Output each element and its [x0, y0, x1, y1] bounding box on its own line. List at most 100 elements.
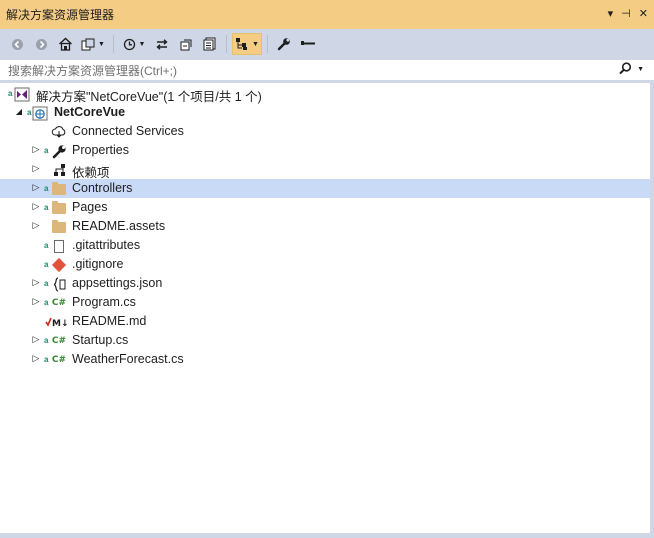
toolbar-separator: [113, 35, 114, 53]
forward-button[interactable]: [30, 33, 52, 55]
tree-item-gitattributes[interactable]: a .gitattributes: [0, 236, 650, 255]
minus-button[interactable]: [297, 33, 319, 55]
tree-item-label: Properties: [72, 143, 129, 157]
show-all-files-icon: [203, 37, 216, 51]
bottom-border: [0, 533, 654, 538]
tree-item-solution[interactable]: a 解决方案"NetCoreVue"(1 个项目/共 1 个): [0, 84, 650, 104]
sync-with-document-button[interactable]: [151, 33, 173, 55]
search-options-chevron-down-icon[interactable]: ▼: [637, 66, 644, 73]
file-icon: [51, 238, 67, 254]
collapse-all-icon: [180, 39, 191, 50]
tree-item-label: Startup.cs: [72, 333, 129, 347]
back-button[interactable]: [6, 33, 28, 55]
expand-icon[interactable]: ▷: [31, 296, 41, 307]
tree-item-pages[interactable]: ▷ a Pages: [0, 198, 650, 217]
folder-icon: [51, 200, 67, 216]
wrench-icon: [277, 38, 290, 51]
home-button[interactable]: [54, 33, 76, 55]
lock-icon: a: [44, 355, 49, 364]
wrench-icon: [51, 143, 67, 159]
expand-icon[interactable]: ▷: [31, 334, 41, 345]
tree-item-readme-assets[interactable]: ▷ README.assets: [0, 217, 650, 236]
auto-hide-pin-icon[interactable]: ⊣: [621, 8, 631, 20]
lock-icon: a: [44, 260, 49, 269]
panel-title: 解决方案资源管理器: [6, 8, 115, 22]
git-icon: [51, 257, 67, 273]
tree-item-gitignore[interactable]: a .gitignore: [0, 255, 650, 274]
tree-item-dependencies[interactable]: ▷ 依赖项: [0, 160, 650, 180]
web-project-icon: [32, 105, 48, 121]
tree-item-label: Connected Services: [72, 124, 184, 138]
tree-item-label: README.md: [72, 314, 147, 328]
tree-item-label: README.assets: [72, 219, 166, 233]
toolbar: ▼ ▼ ▼: [0, 29, 654, 59]
switch-views-button[interactable]: ▼: [78, 33, 108, 55]
csharp-icon: C#: [51, 355, 67, 365]
expand-icon[interactable]: ▷: [31, 182, 41, 193]
lock-icon: a: [27, 108, 32, 117]
home-icon: [58, 37, 72, 51]
chevron-down-icon: ▼: [252, 40, 259, 48]
search-icon[interactable]: [619, 62, 632, 78]
lock-icon: a: [44, 241, 49, 250]
tree-item-weatherforecast-cs[interactable]: ▷ a C# WeatherForecast.cs: [0, 350, 650, 369]
collapse-all-button[interactable]: [175, 33, 197, 55]
window-controls: ▾ ⊣ ✕: [608, 8, 648, 20]
preview-selected-icon: [236, 38, 248, 50]
lock-icon: a: [44, 279, 49, 288]
lock-icon: a: [44, 146, 49, 155]
chevron-down-icon: ▼: [138, 40, 146, 48]
tree-item-label: Controllers: [72, 181, 133, 195]
tree-item-controllers[interactable]: ▷ a Controllers: [0, 179, 650, 198]
chevron-down-icon: ▼: [98, 40, 105, 48]
close-icon[interactable]: ✕: [639, 8, 648, 20]
solution-tree: a 解决方案"NetCoreVue"(1 个项目/共 1 个) ◢ a NetC…: [0, 83, 650, 533]
folder-icon: [51, 219, 67, 235]
tree-item-program-cs[interactable]: ▷ a C# Program.cs: [0, 293, 650, 312]
tree-item-label: .gitattributes: [72, 238, 141, 252]
expand-icon[interactable]: ▷: [31, 220, 41, 231]
expand-icon[interactable]: ◢: [14, 107, 24, 116]
preview-selected-items-button[interactable]: ▼: [232, 33, 262, 55]
sync-icon: [156, 38, 168, 50]
solution-explorer-panel: 解决方案资源管理器 ▾ ⊣ ✕ ▼ ▼ ▼ 搜索解决方案资源管理器(Ctrl+;…: [0, 0, 654, 538]
minus-icon: [301, 41, 315, 45]
tree-item-label: Program.cs: [72, 295, 136, 309]
tree-item-label: WeatherForecast.cs: [72, 352, 184, 366]
window-menu-dropdown-icon[interactable]: ▾: [608, 8, 614, 20]
tree-item-project[interactable]: ◢ a NetCoreVue: [0, 103, 650, 122]
tree-item-properties[interactable]: ▷ a Properties: [0, 141, 650, 160]
toolbar-separator: [226, 35, 227, 53]
lock-icon: a: [44, 298, 49, 307]
expand-icon[interactable]: ▷: [31, 353, 41, 364]
expand-icon[interactable]: ▷: [31, 163, 41, 174]
project-label: NetCoreVue: [54, 105, 126, 119]
markdown-icon: M↓: [45, 314, 67, 330]
expand-icon[interactable]: ▷: [31, 144, 41, 155]
csharp-icon: C#: [51, 336, 67, 346]
folder-icon: [51, 181, 67, 197]
back-icon: [11, 38, 23, 50]
json-icon: [51, 276, 67, 292]
properties-button[interactable]: [273, 33, 295, 55]
tree-item-appsettings-json[interactable]: ▷ a appsettings.json: [0, 274, 650, 293]
tree-item-connected-services[interactable]: Connected Services: [0, 122, 650, 141]
pending-changes-icon: [123, 38, 135, 50]
lock-icon: a: [44, 184, 49, 193]
pending-changes-filter-button[interactable]: ▼: [119, 33, 149, 55]
search-box[interactable]: 搜索解决方案资源管理器(Ctrl+;) ▼: [0, 59, 654, 81]
lock-icon: a: [8, 89, 13, 98]
tree-item-label: appsettings.json: [72, 276, 163, 290]
show-all-files-button[interactable]: [199, 33, 221, 55]
tree-item-label: Pages: [72, 200, 108, 214]
lock-icon: a: [44, 336, 49, 345]
search-input[interactable]: 搜索解决方案资源管理器(Ctrl+;): [8, 62, 177, 79]
connected-services-icon: [51, 124, 67, 140]
dependencies-icon: [51, 162, 67, 178]
expand-icon[interactable]: ▷: [31, 201, 41, 212]
switch-views-icon: [81, 38, 95, 50]
tree-item-startup-cs[interactable]: ▷ a C# Startup.cs: [0, 331, 650, 350]
expand-icon[interactable]: ▷: [31, 277, 41, 288]
tree-item-readme-md[interactable]: M↓ README.md: [0, 312, 650, 331]
toolbar-separator: [267, 35, 268, 53]
